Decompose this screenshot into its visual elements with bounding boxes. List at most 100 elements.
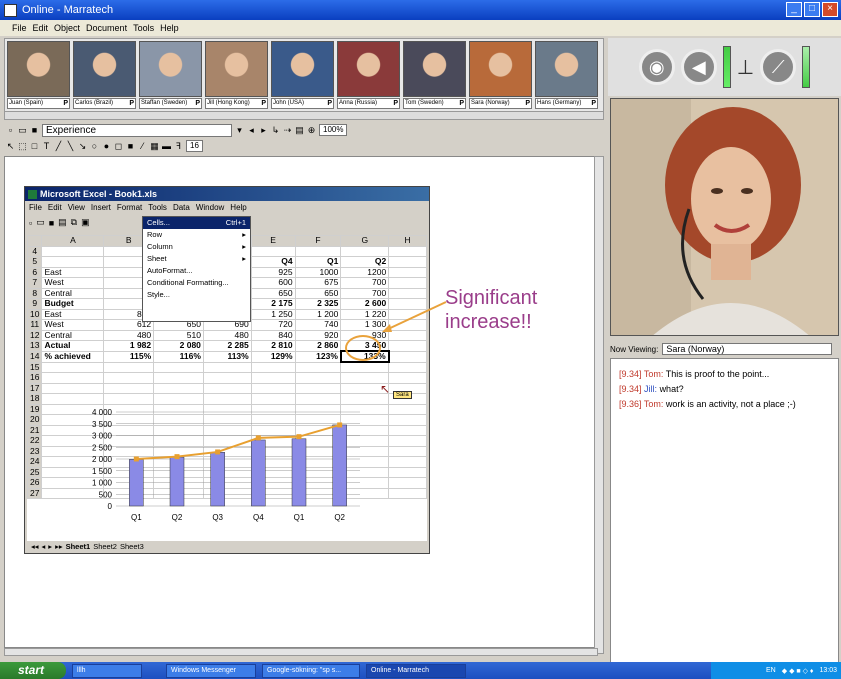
table-cell[interactable]: 1 982 — [103, 340, 155, 352]
save-icon[interactable]: ■ — [49, 218, 54, 228]
table-cell[interactable]: 1 200 — [294, 308, 342, 320]
table-cell[interactable]: 113% — [202, 350, 252, 363]
task-lllh[interactable]: lllh — [72, 663, 142, 678]
participant-thumb[interactable]: Juan (Spain) P — [7, 41, 70, 113]
paste-icon[interactable]: ▣ — [81, 217, 90, 228]
task-online-marratech[interactable]: Online - Marratech — [366, 663, 466, 678]
format-menu-item[interactable]: Column ▸ — [143, 241, 250, 253]
document-select[interactable]: Experience — [42, 123, 232, 137]
table-cell[interactable]: 2 810 — [250, 340, 296, 352]
participant-thumb[interactable]: Jill (Hong Kong) P — [205, 41, 268, 113]
column-header[interactable]: F — [294, 235, 342, 247]
row-header[interactable]: 26 — [27, 477, 43, 489]
table-cell[interactable] — [340, 361, 390, 373]
table-cell[interactable]: 600 — [250, 277, 296, 289]
save-icon[interactable]: ■ — [30, 125, 39, 135]
format-menu-item[interactable]: Style... — [143, 289, 250, 301]
sheet-nav-icon[interactable]: ▸▸ — [55, 542, 63, 551]
participant-strip-scrollbar[interactable] — [5, 111, 603, 119]
table-cell[interactable]: 510 — [153, 329, 204, 341]
excel-menu-file[interactable]: File — [29, 203, 42, 212]
table-cell[interactable] — [103, 393, 155, 405]
rect-tool-icon[interactable]: □ — [30, 141, 39, 151]
print-icon[interactable]: ▤ — [295, 125, 304, 135]
row-header[interactable]: 23 — [27, 445, 43, 457]
table-cell[interactable] — [41, 393, 105, 405]
table-cell[interactable]: 480 — [103, 329, 155, 341]
table-cell[interactable] — [103, 361, 155, 373]
table-cell[interactable] — [388, 245, 427, 257]
table-cell[interactable] — [294, 382, 342, 394]
table-cell[interactable] — [250, 361, 296, 373]
table-cell[interactable] — [340, 245, 390, 257]
table-cell[interactable] — [388, 477, 427, 489]
format-menu-item[interactable]: Row ▸ — [143, 229, 250, 241]
table-cell[interactable]: 740 — [294, 319, 342, 331]
circle-tool-icon[interactable]: ○ — [90, 141, 99, 151]
table-cell[interactable]: 115% — [103, 350, 155, 363]
table-cell[interactable]: 840 — [250, 329, 296, 341]
table-cell[interactable] — [41, 382, 105, 394]
menu-tools[interactable]: Tools — [133, 23, 154, 33]
canvas-vertical-scrollbar[interactable] — [594, 156, 604, 654]
table-cell[interactable] — [250, 382, 296, 394]
table-cell[interactable]: 720 — [250, 319, 296, 331]
pen-tool-icon[interactable]: ╱ — [54, 141, 63, 151]
table-cell[interactable]: Q4 — [250, 256, 296, 268]
filled-circle-icon[interactable]: ● — [102, 141, 111, 151]
table-cell[interactable]: Q1 — [294, 256, 342, 268]
excel-menu-edit[interactable]: Edit — [48, 203, 62, 212]
row-header[interactable]: 16 — [27, 372, 43, 384]
copy-icon[interactable]: ⧉ — [71, 217, 77, 228]
arrow-tool-icon[interactable]: ↘ — [78, 141, 87, 151]
participant-thumb[interactable]: Sara (Norway) P — [469, 41, 532, 113]
table-cell[interactable]: Budget — [41, 298, 105, 310]
menu-help[interactable]: Help — [160, 23, 179, 33]
table-cell[interactable] — [388, 340, 427, 352]
table-cell[interactable] — [153, 393, 204, 405]
table-cell[interactable]: % achieved — [41, 350, 105, 363]
table-cell[interactable]: Q2 — [340, 256, 390, 268]
balance-icon[interactable]: ⊥ — [737, 55, 754, 80]
table-cell[interactable]: 1000 — [294, 266, 342, 278]
format-menu-item[interactable]: Conditional Formatting... — [143, 277, 250, 289]
format-menu-item[interactable]: Cells... Ctrl+1 — [143, 217, 250, 229]
pointer-icon[interactable]: ↖ — [6, 141, 15, 151]
canvas-horizontal-scrollbar[interactable] — [4, 648, 598, 656]
table-cell[interactable]: 2 325 — [294, 298, 342, 310]
row-header[interactable]: 21 — [27, 424, 43, 436]
table-cell[interactable] — [41, 361, 105, 373]
table-cell[interactable] — [41, 256, 105, 268]
table-cell[interactable]: 129% — [250, 350, 296, 363]
table-cell[interactable] — [388, 435, 427, 447]
row-header[interactable]: 13 — [27, 340, 43, 352]
row-header[interactable]: 8 — [27, 287, 43, 299]
table-cell[interactable]: West — [41, 319, 105, 331]
table-cell[interactable] — [294, 245, 342, 257]
table-cell[interactable]: 650 — [250, 287, 296, 299]
table-cell[interactable] — [388, 350, 427, 363]
table-cell[interactable]: East — [41, 308, 105, 320]
table-cell[interactable]: 920 — [294, 329, 342, 341]
open-folder-icon[interactable]: ▭ — [18, 125, 27, 135]
sheet-nav-icon[interactable]: ◂◂ — [31, 542, 39, 551]
row-header[interactable]: 9 — [27, 298, 43, 310]
font-icon[interactable]: ꟻ — [174, 141, 183, 151]
table-cell[interactable] — [294, 393, 342, 405]
row-header[interactable]: 14 — [27, 350, 43, 363]
next-page-icon[interactable]: ▸ — [259, 125, 268, 135]
sheet-tab[interactable]: Sheet2 — [93, 542, 117, 551]
column-header[interactable]: H — [388, 235, 427, 247]
import-icon[interactable]: ↳ — [271, 125, 280, 135]
excel-menu-insert[interactable]: Insert — [91, 203, 111, 212]
table-cell[interactable]: 700 — [340, 277, 390, 289]
table-cell[interactable] — [388, 466, 427, 478]
excel-menu-tools[interactable]: Tools — [148, 203, 167, 212]
table-cell[interactable]: West — [41, 277, 105, 289]
excel-menu-help[interactable]: Help — [230, 203, 246, 212]
sheet-nav-icon[interactable]: ▸ — [48, 542, 52, 551]
start-button[interactable]: start — [0, 662, 66, 679]
table-cell[interactable] — [388, 403, 427, 415]
table-cell[interactable] — [202, 361, 252, 373]
menu-edit[interactable]: Edit — [33, 23, 49, 33]
